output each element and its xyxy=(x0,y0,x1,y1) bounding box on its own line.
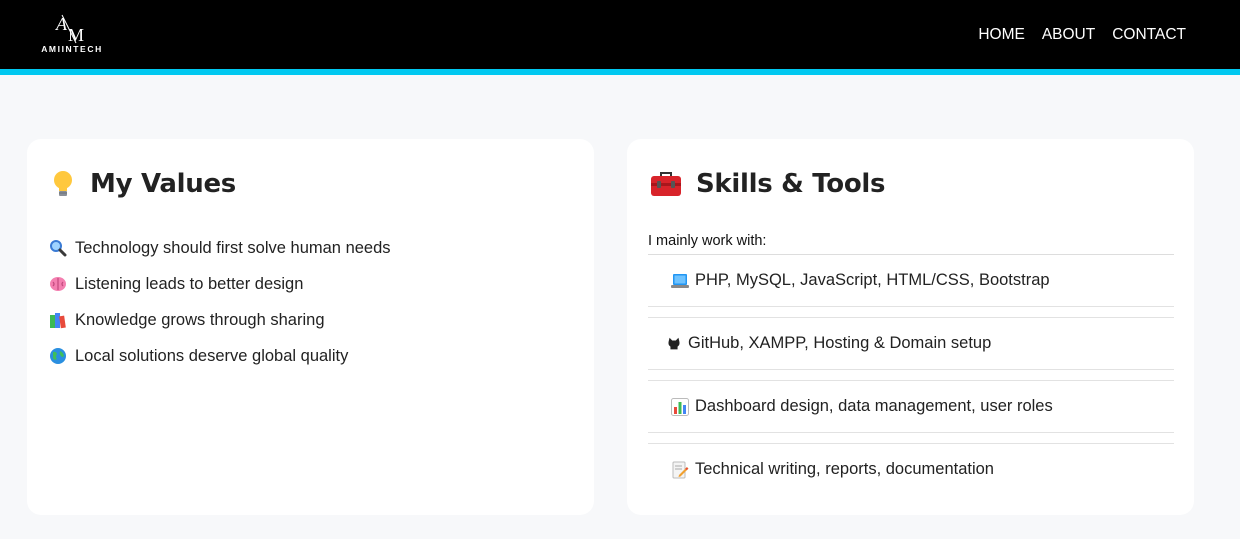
list-item: Knowledge grows through sharing xyxy=(49,302,391,338)
globe-icon xyxy=(50,348,66,364)
octocat-icon xyxy=(668,337,680,349)
laptop-icon xyxy=(671,273,689,288)
skills-list: PHP, MySQL, JavaScript, HTML/CSS, Bootst… xyxy=(648,255,1174,495)
values-card-title: My Values xyxy=(90,169,236,199)
books-icon xyxy=(50,313,66,329)
memo-icon xyxy=(672,461,689,478)
logo-text: AMIINTECH xyxy=(41,44,103,54)
skills-card-header: Skills & Tools xyxy=(650,169,886,199)
skills-intro: I mainly work with: xyxy=(648,233,1174,255)
divider xyxy=(648,433,1174,444)
value-text: Listening leads to better design xyxy=(75,274,304,293)
toolbox-icon xyxy=(651,172,681,196)
nav-contact[interactable]: CONTACT xyxy=(1112,26,1186,44)
skill-text: Dashboard design, data management, user … xyxy=(695,397,1053,415)
divider xyxy=(648,370,1174,381)
brain-icon xyxy=(50,277,66,291)
value-text: Knowledge grows through sharing xyxy=(75,310,325,329)
value-text: Local solutions deserve global quality xyxy=(75,346,349,365)
nav-home[interactable]: HOME xyxy=(978,26,1025,44)
values-card-header: My Values xyxy=(50,169,236,199)
skill-text: Technical writing, reports, documentatio… xyxy=(695,460,994,478)
top-navbar: A M AMIINTECH HOME ABOUT CONTACT xyxy=(0,0,1240,75)
magnifier-icon xyxy=(50,240,67,257)
list-item: Dashboard design, data management, user … xyxy=(648,381,1174,433)
values-card: My Values Technology should first solve … xyxy=(27,139,594,515)
list-item: GitHub, XAMPP, Hosting & Domain setup xyxy=(648,318,1174,370)
bar-chart-icon xyxy=(671,397,689,416)
skill-text: GitHub, XAMPP, Hosting & Domain setup xyxy=(688,334,992,352)
values-list: Technology should first solve human need… xyxy=(49,230,391,374)
skills-card: Skills & Tools I mainly work with: PHP, … xyxy=(627,139,1194,515)
list-item: Local solutions deserve global quality xyxy=(49,338,391,374)
divider xyxy=(648,307,1174,318)
list-item: Technical writing, reports, documentatio… xyxy=(648,444,1174,495)
value-text: Technology should first solve human need… xyxy=(75,238,391,257)
skills-card-title: Skills & Tools xyxy=(696,169,886,199)
main-nav: HOME ABOUT CONTACT xyxy=(978,26,1186,44)
nav-about[interactable]: ABOUT xyxy=(1042,26,1095,44)
list-item: Listening leads to better design xyxy=(49,266,391,302)
list-item: PHP, MySQL, JavaScript, HTML/CSS, Bootst… xyxy=(648,255,1174,307)
brand-logo[interactable]: A M AMIINTECH xyxy=(34,13,110,57)
logo-mark-icon: A M xyxy=(55,14,84,45)
skill-text: PHP, MySQL, JavaScript, HTML/CSS, Bootst… xyxy=(695,271,1050,289)
list-item: Technology should first solve human need… xyxy=(49,230,391,266)
lightbulb-icon xyxy=(54,171,72,196)
